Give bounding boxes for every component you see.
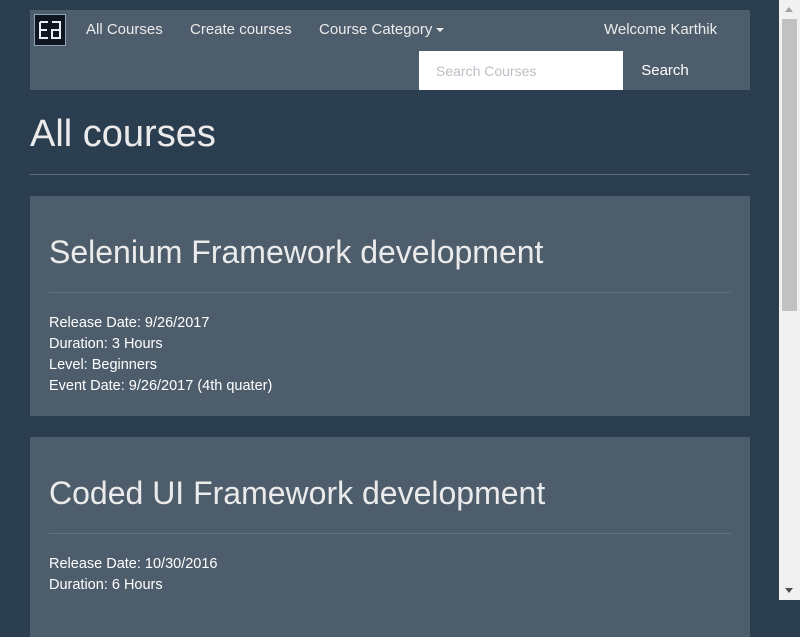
release-date: Release Date: 10/30/2016 [49,556,218,572]
caret-down-icon [436,28,445,33]
page-title: All courses [30,113,216,155]
scroll-up-arrow-icon[interactable] [785,7,793,12]
course-title[interactable]: Selenium Framework development [49,232,543,272]
title-divider [30,174,750,175]
vertical-scrollbar[interactable] [779,0,800,600]
duration: Duration: 3 Hours [49,336,163,352]
search-input[interactable] [419,51,623,90]
nav-create-courses[interactable]: Create courses [190,10,292,50]
course-details: Release Date: 10/30/2016 Duration: 6 Hou… [49,554,218,596]
page-container: All Courses Create courses Course Catego… [30,10,750,637]
event-date: Event Date: 9/26/2017 (4th quater) [49,378,273,394]
nav-course-category-label: Course Category [319,21,433,38]
scroll-down-arrow-icon[interactable] [785,588,793,593]
scroll-thumb[interactable] [782,19,797,311]
level: Level: Beginners [49,357,158,373]
ea-logo-icon[interactable] [34,14,66,46]
navbar: All Courses Create courses Course Catego… [30,10,750,90]
nav-all-courses[interactable]: All Courses [86,10,163,50]
course-divider [49,533,731,534]
course-card: Coded UI Framework development Release D… [30,437,750,637]
course-card: Selenium Framework development Release D… [30,196,750,416]
nav-course-category[interactable]: Course Category [319,10,445,50]
welcome-text: Welcome Karthik [604,21,718,38]
duration: Duration: 6 Hours [49,577,163,593]
search-button[interactable]: Search [623,51,707,90]
course-details: Release Date: 9/26/2017 Duration: 3 Hour… [49,313,272,397]
course-divider [49,292,731,293]
course-title[interactable]: Coded UI Framework development [49,473,545,513]
release-date: Release Date: 9/26/2017 [49,315,210,331]
